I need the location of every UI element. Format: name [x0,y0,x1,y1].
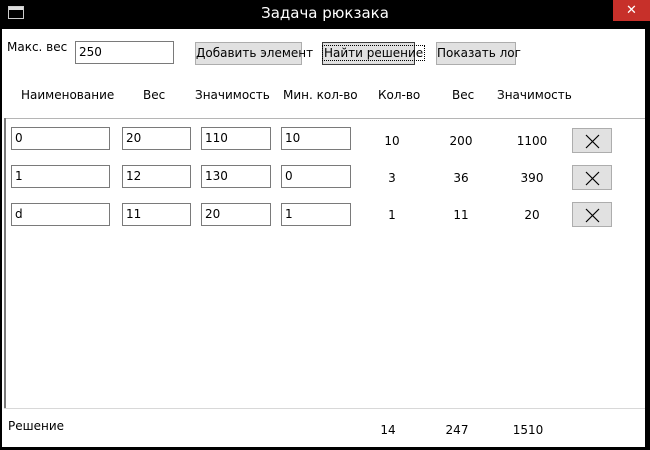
close-x-icon [585,208,600,223]
item-total-weight: 200 [449,134,473,148]
item-count: 1 [388,208,396,222]
column-header-name: Наименование [21,88,115,102]
title-bar[interactable]: Задача рюкзака ✕ [0,0,650,29]
column-header-min-count: Мин. кол-во [283,88,358,102]
delete-item-button[interactable] [572,128,612,153]
column-header-count: Кол-во [378,88,421,102]
max-weight-input[interactable]: 250 [75,41,174,64]
add-item-button[interactable]: Добавить элемент [195,42,313,65]
close-x-icon [585,134,600,149]
window-close-button[interactable]: ✕ [613,0,650,21]
client-area: Макс. вес 250 Добавить элемент Найти реш… [2,29,645,447]
item-min-count-input[interactable]: 10 [281,127,351,150]
item-total-weight: 36 [453,171,469,185]
find-solution-button-label: Найти решение [321,45,426,61]
show-log-button-label: Показать лог [437,46,521,60]
item-count: 10 [384,134,400,148]
column-header-total-value: Значимость [497,88,572,102]
item-min-count-input[interactable]: 1 [281,203,351,226]
item-total-value: 20 [524,208,540,222]
item-value-input[interactable]: 110 [201,127,271,150]
item-name-input[interactable]: 1 [11,165,110,188]
item-weight-input[interactable]: 11 [122,203,191,226]
solution-count: 14 [380,423,396,437]
solution-label: Решение [8,419,65,433]
window-title: Задача рюкзака [261,4,389,22]
max-weight-label: Макс. вес [7,40,68,54]
list-top-divider [4,118,645,119]
item-weight-input[interactable]: 12 [122,165,191,188]
item-value-input[interactable]: 20 [201,203,271,226]
item-name-input[interactable]: 0 [11,127,110,150]
column-header-total-weight: Вес [452,88,475,102]
item-total-value: 1100 [516,134,548,148]
item-total-weight: 11 [453,208,469,222]
find-solution-button[interactable]: Найти решение [321,42,426,65]
solution-total-weight: 247 [445,423,469,437]
list-bottom-divider [4,408,645,409]
delete-item-button[interactable] [572,202,612,227]
item-min-count-input[interactable]: 0 [281,165,351,188]
item-name-input[interactable]: d [11,203,110,226]
item-count: 3 [388,171,396,185]
app-window: Задача рюкзака ✕ Макс. вес 250 Добавить … [0,0,650,450]
list-left-edge [4,118,6,408]
column-header-weight: Вес [143,88,166,102]
close-x-icon [585,171,600,186]
item-total-value: 390 [520,171,544,185]
column-header-value: Значимость [195,88,270,102]
item-weight-input[interactable]: 20 [122,127,191,150]
item-value-input[interactable]: 130 [201,165,271,188]
delete-item-button[interactable] [572,165,612,190]
show-log-button[interactable]: Показать лог [436,42,521,65]
add-item-button-label: Добавить элемент [196,46,314,60]
solution-total-value: 1510 [512,423,544,437]
